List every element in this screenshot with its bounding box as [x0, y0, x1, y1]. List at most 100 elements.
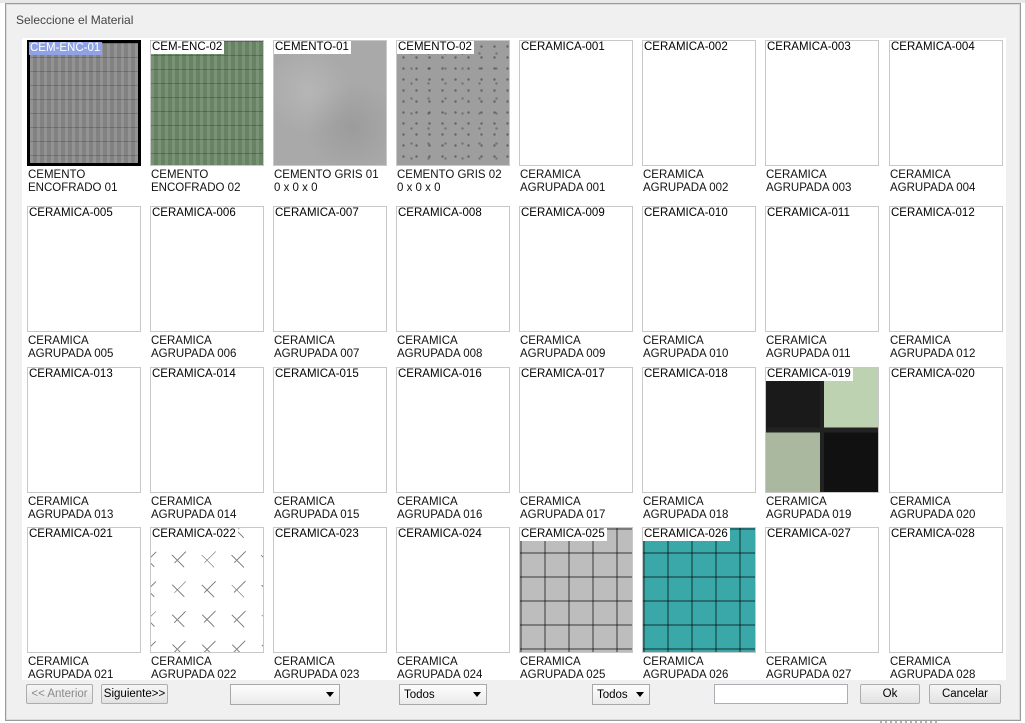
- material-code: CEMENTO-02: [397, 41, 474, 54]
- material-tile[interactable]: CERAMICA-016 CERAMICA AGRUPADA 016: [394, 365, 511, 521]
- material-tile[interactable]: CERAMICA-012 CERAMICA AGRUPADA 012: [887, 204, 1004, 360]
- next-page-button[interactable]: Siguiente>>: [101, 684, 168, 704]
- material-swatch[interactable]: [27, 40, 141, 166]
- material-tile[interactable]: CERAMICA-009 CERAMICA AGRUPADA 009: [517, 204, 634, 360]
- material-code: CERAMICA-009: [520, 207, 607, 220]
- material-description: CERAMICA AGRUPADA 022: [151, 656, 237, 681]
- material-swatch[interactable]: [765, 206, 879, 332]
- previous-page-button[interactable]: << Anterior: [26, 684, 93, 704]
- material-swatch[interactable]: [27, 367, 141, 493]
- type-filter-value: Todos: [404, 688, 435, 701]
- material-description: CERAMICA AGRUPADA 019: [766, 496, 852, 521]
- material-swatch[interactable]: [889, 40, 1003, 166]
- ok-button[interactable]: Ok: [860, 684, 920, 704]
- material-code: CERAMICA-001: [520, 41, 607, 54]
- material-tile[interactable]: CERAMICA-008 CERAMICA AGRUPADA 008: [394, 204, 511, 360]
- material-swatch[interactable]: [765, 367, 879, 493]
- material-tile[interactable]: CERAMICA-028 CERAMICA AGRUPADA 028: [887, 525, 1004, 681]
- material-description: CERAMICA AGRUPADA 016: [397, 496, 483, 521]
- material-code: CERAMICA-008: [397, 207, 484, 220]
- material-selector-dialog: Seleccione el Material CEM-ENC-01 CEMENTO…: [5, 3, 1021, 721]
- material-tile[interactable]: CERAMICA-021 CERAMICA AGRUPADA 021: [25, 525, 142, 681]
- material-code: CEM-ENC-02: [151, 41, 225, 54]
- material-code: CERAMICA-006: [151, 207, 238, 220]
- material-description: CERAMICA AGRUPADA 013: [28, 496, 114, 521]
- material-swatch[interactable]: [642, 40, 756, 166]
- material-swatch[interactable]: [150, 206, 264, 332]
- material-tile[interactable]: CERAMICA-019 CERAMICA AGRUPADA 019: [763, 365, 880, 521]
- material-description: CERAMICA AGRUPADA 006: [151, 335, 237, 360]
- material-code: CERAMICA-023: [274, 528, 361, 541]
- material-tile[interactable]: CERAMICA-020 CERAMICA AGRUPADA 020: [887, 365, 1004, 521]
- material-swatch[interactable]: [642, 527, 756, 653]
- material-swatch[interactable]: [27, 527, 141, 653]
- group-filter-select[interactable]: Todos: [592, 684, 650, 705]
- material-code: CERAMICA-015: [274, 368, 361, 381]
- material-swatch[interactable]: [519, 206, 633, 332]
- material-tile[interactable]: CERAMICA-017 CERAMICA AGRUPADA 017: [517, 365, 634, 521]
- material-grid: CEM-ENC-01 CEMENTO ENCOFRADO 01 CEM-ENC-02…: [22, 38, 1006, 681]
- material-description: CERAMICA AGRUPADA 027: [766, 656, 852, 681]
- category-filter-select[interactable]: [230, 684, 340, 705]
- material-tile[interactable]: CERAMICA-023 CERAMICA AGRUPADA 023: [271, 525, 388, 681]
- material-tile[interactable]: CERAMICA-026 CERAMICA AGRUPADA 026: [640, 525, 757, 681]
- material-swatch[interactable]: [765, 40, 879, 166]
- material-tile[interactable]: CERAMICA-024 CERAMICA AGRUPADA 024: [394, 525, 511, 681]
- material-description: CERAMICA AGRUPADA 015: [274, 496, 360, 521]
- material-tile[interactable]: CERAMICA-025 CERAMICA AGRUPADA 025: [517, 525, 634, 681]
- material-swatch[interactable]: [889, 206, 1003, 332]
- material-tile[interactable]: CERAMICA-003 CERAMICA AGRUPADA 003: [763, 38, 880, 194]
- material-swatch[interactable]: [27, 206, 141, 332]
- material-tile[interactable]: CERAMICA-022 CERAMICA AGRUPADA 022: [148, 525, 265, 681]
- material-swatch[interactable]: [889, 527, 1003, 653]
- material-swatch[interactable]: [273, 527, 387, 653]
- material-tile[interactable]: CERAMICA-018 CERAMICA AGRUPADA 018: [640, 365, 757, 521]
- material-tile[interactable]: CEMENTO-01 CEMENTO GRIS 01 0 x 0 x 0: [271, 38, 388, 194]
- material-tile[interactable]: CERAMICA-007 CERAMICA AGRUPADA 007: [271, 204, 388, 360]
- material-description: CERAMICA AGRUPADA 020: [890, 496, 976, 521]
- material-tile[interactable]: CEMENTO-02 CEMENTO GRIS 02 0 x 0 x 0: [394, 38, 511, 194]
- material-description: CEMENTO ENCOFRADO 02: [151, 169, 241, 194]
- material-swatch[interactable]: [150, 367, 264, 493]
- material-swatch[interactable]: [150, 40, 264, 166]
- material-swatch[interactable]: [519, 367, 633, 493]
- material-swatch[interactable]: [273, 206, 387, 332]
- material-tile[interactable]: CERAMICA-006 CERAMICA AGRUPADA 006: [148, 204, 265, 360]
- material-swatch[interactable]: [396, 40, 510, 166]
- material-tile[interactable]: CERAMICA-027 CERAMICA AGRUPADA 027: [763, 525, 880, 681]
- material-description: CERAMICA AGRUPADA 025: [520, 656, 606, 681]
- material-swatch[interactable]: [150, 527, 264, 653]
- material-swatch[interactable]: [519, 527, 633, 653]
- material-description: CERAMICA AGRUPADA 004: [890, 169, 976, 194]
- material-tile[interactable]: CEM-ENC-02 CEMENTO ENCOFRADO 02: [148, 38, 265, 194]
- material-swatch[interactable]: [273, 367, 387, 493]
- material-tile[interactable]: CEM-ENC-01 CEMENTO ENCOFRADO 01: [25, 38, 142, 194]
- type-filter-select[interactable]: Todos: [399, 684, 487, 705]
- material-description: CERAMICA AGRUPADA 017: [520, 496, 606, 521]
- material-tile[interactable]: CERAMICA-001 CERAMICA AGRUPADA 001: [517, 38, 634, 194]
- material-swatch[interactable]: [765, 527, 879, 653]
- material-tile[interactable]: CERAMICA-010 CERAMICA AGRUPADA 010: [640, 204, 757, 360]
- material-swatch[interactable]: [519, 40, 633, 166]
- material-swatch[interactable]: [396, 206, 510, 332]
- material-swatch[interactable]: [642, 367, 756, 493]
- material-tile[interactable]: CERAMICA-005 CERAMICA AGRUPADA 005: [25, 204, 142, 360]
- material-tile[interactable]: CERAMICA-011 CERAMICA AGRUPADA 011: [763, 204, 880, 360]
- material-tile[interactable]: CERAMICA-014 CERAMICA AGRUPADA 014: [148, 365, 265, 521]
- material-code: CERAMICA-004: [890, 41, 977, 54]
- material-swatch[interactable]: [889, 367, 1003, 493]
- material-swatch[interactable]: [396, 367, 510, 493]
- material-tile[interactable]: CERAMICA-002 CERAMICA AGRUPADA 002: [640, 38, 757, 194]
- material-swatch[interactable]: [642, 206, 756, 332]
- material-code: CERAMICA-024: [397, 528, 484, 541]
- material-tile[interactable]: CERAMICA-013 CERAMICA AGRUPADA 013: [25, 365, 142, 521]
- material-tile[interactable]: CERAMICA-015 CERAMICA AGRUPADA 015: [271, 365, 388, 521]
- material-tile[interactable]: CERAMICA-004 CERAMICA AGRUPADA 004: [887, 38, 1004, 194]
- search-input[interactable]: [714, 684, 848, 704]
- cancel-button[interactable]: Cancelar: [929, 684, 1001, 704]
- material-swatch[interactable]: [273, 40, 387, 166]
- material-code: CERAMICA-017: [520, 368, 607, 381]
- chevron-down-icon: [326, 692, 334, 697]
- material-swatch[interactable]: [396, 527, 510, 653]
- material-code: CERAMICA-016: [397, 368, 484, 381]
